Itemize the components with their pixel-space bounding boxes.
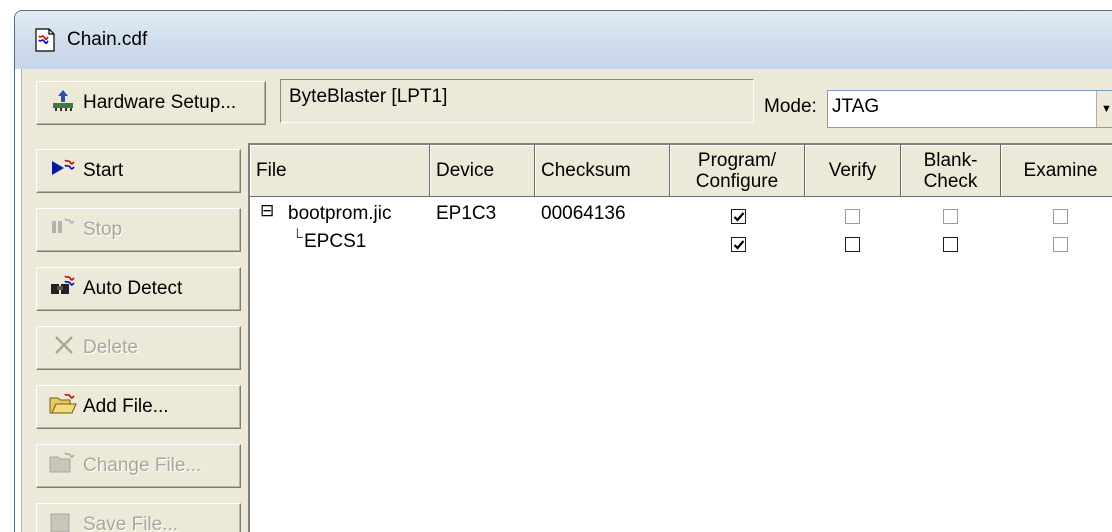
collapse-tree-icon[interactable]: ⊟ bbox=[260, 201, 274, 221]
add-file-folder-icon bbox=[49, 392, 79, 422]
blank-check-checkbox[interactable] bbox=[943, 209, 958, 224]
program-checkbox[interactable] bbox=[731, 237, 746, 252]
add-file-label: Add File... bbox=[83, 396, 169, 417]
save-file-button[interactable]: Save File... bbox=[36, 503, 241, 532]
chain-window: Chain.cdf Hardware Setup... ByteBlaster … bbox=[14, 10, 1112, 532]
column-header-file[interactable]: File bbox=[250, 145, 430, 197]
hardware-value: ByteBlaster [LPT1] bbox=[289, 86, 448, 107]
column-header-device[interactable]: Device bbox=[430, 145, 535, 197]
tree-line-icon: └ bbox=[292, 229, 303, 246]
row-checksum: 00064136 bbox=[541, 203, 626, 224]
add-file-button[interactable]: Add File... bbox=[36, 385, 241, 429]
save-file-label: Save File... bbox=[83, 514, 179, 532]
column-header-examine[interactable]: Examine bbox=[1001, 145, 1112, 197]
blank-check-checkbox[interactable] bbox=[943, 237, 958, 252]
stop-label: Stop bbox=[83, 219, 123, 240]
row-file[interactable]: bootprom.jic bbox=[288, 203, 392, 225]
start-button[interactable]: Start bbox=[36, 149, 241, 193]
column-header-blank-check[interactable]: Blank- Check bbox=[901, 145, 1001, 197]
verify-checkbox[interactable] bbox=[845, 209, 860, 224]
mode-value: JTAG bbox=[832, 96, 880, 117]
hardware-setup-label: Hardware Setup... bbox=[83, 92, 237, 113]
hardware-field: ByteBlaster [LPT1] bbox=[280, 79, 754, 123]
delete-label: Delete bbox=[83, 337, 138, 358]
start-icon bbox=[51, 157, 79, 185]
change-file-icon bbox=[49, 451, 79, 481]
window-title: Chain.cdf bbox=[67, 29, 148, 50]
column-header-verify[interactable]: Verify bbox=[805, 145, 901, 197]
chevron-down-icon[interactable]: ▼ bbox=[1096, 91, 1112, 127]
examine-checkbox[interactable] bbox=[1053, 209, 1068, 224]
hardware-setup-button[interactable]: Hardware Setup... bbox=[36, 81, 266, 125]
examine-checkbox[interactable] bbox=[1053, 237, 1068, 252]
save-file-icon bbox=[49, 510, 79, 532]
auto-detect-button[interactable]: Auto Detect bbox=[36, 267, 241, 311]
column-header-checksum[interactable]: Checksum bbox=[535, 145, 670, 197]
cdf-file-icon bbox=[33, 28, 57, 52]
device-grid: File Device Checksum Program/Configure V… bbox=[248, 143, 1112, 532]
stop-icon bbox=[51, 216, 79, 244]
start-label: Start bbox=[83, 160, 124, 181]
mode-label: Mode: bbox=[764, 96, 817, 117]
change-file-label: Change File... bbox=[83, 455, 202, 476]
hardware-setup-icon bbox=[51, 88, 75, 118]
client-area: Hardware Setup... ByteBlaster [LPT1] Mod… bbox=[21, 69, 1112, 532]
mode-select[interactable]: JTAG ▼ bbox=[827, 90, 1112, 128]
program-checkbox[interactable] bbox=[731, 209, 746, 224]
column-header-program-configure[interactable]: Program/Configure bbox=[670, 145, 805, 197]
delete-x-icon bbox=[53, 334, 75, 362]
auto-detect-label: Auto Detect bbox=[83, 278, 183, 299]
row-device: EP1C3 bbox=[436, 203, 497, 224]
change-file-button[interactable]: Change File... bbox=[36, 444, 241, 488]
stop-button[interactable]: Stop bbox=[36, 208, 241, 252]
row-file[interactable]: EPCS1 bbox=[304, 231, 366, 253]
verify-checkbox[interactable] bbox=[845, 237, 860, 252]
delete-button[interactable]: Delete bbox=[36, 326, 241, 370]
auto-detect-icon bbox=[49, 274, 79, 304]
title-bar[interactable]: Chain.cdf bbox=[15, 11, 1112, 69]
